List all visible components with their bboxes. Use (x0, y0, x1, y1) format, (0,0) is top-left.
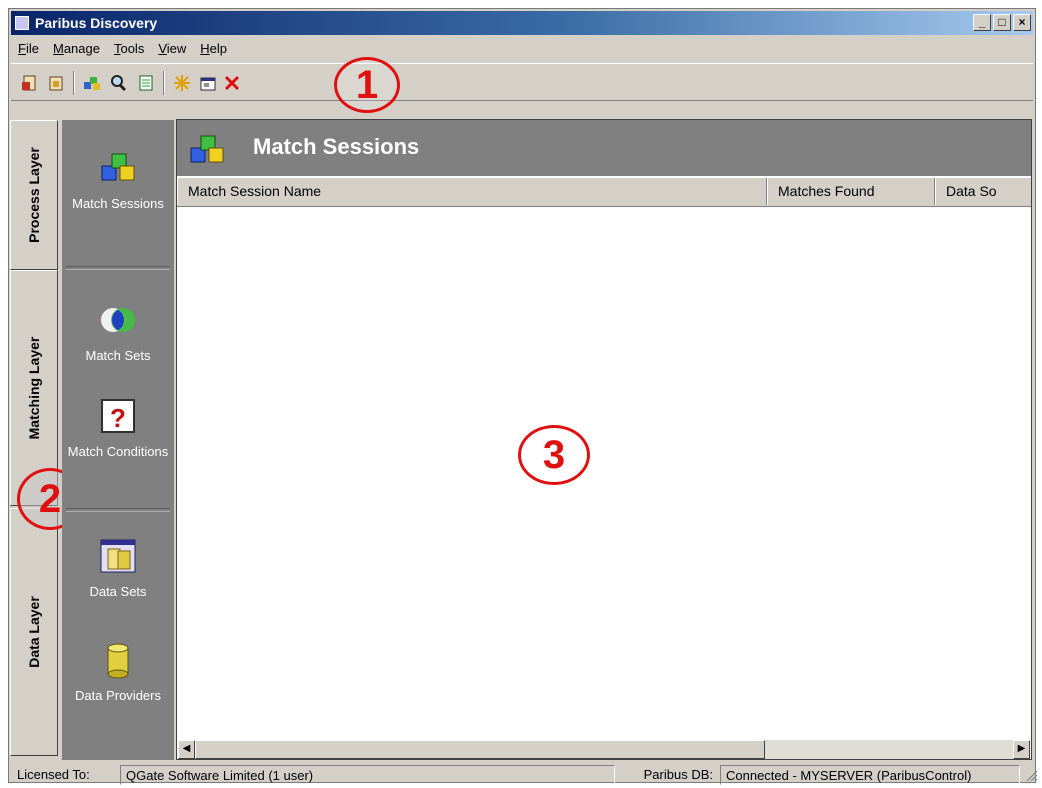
scroll-right-icon[interactable]: ▶ (1013, 740, 1030, 759)
match-icon[interactable] (81, 72, 103, 94)
venn-icon (101, 308, 135, 332)
tab-data-layer[interactable]: Data Layer (10, 508, 58, 756)
callout-1: 1 (334, 57, 400, 113)
menu-bar: File Manage Tools View Help (11, 39, 234, 61)
cubes-icon (101, 153, 135, 181)
menu-manage[interactable]: Manage (46, 39, 107, 61)
scroll-thumb[interactable] (195, 740, 765, 759)
db-label: Paribus DB: (643, 767, 713, 782)
shortcut-match-sessions[interactable]: Match Sessions (62, 148, 174, 212)
close-icon[interactable]: × (1013, 14, 1031, 31)
import-icon[interactable] (45, 72, 67, 94)
datasets-icon (100, 539, 136, 573)
shortcut-data-providers[interactable]: Data Providers (62, 640, 174, 704)
svg-text:?: ? (110, 403, 126, 433)
menu-help[interactable]: Help (193, 39, 234, 61)
tab-process-layer[interactable]: Process Layer (10, 120, 58, 270)
delete-icon[interactable] (221, 72, 243, 94)
new-icon[interactable] (171, 72, 193, 94)
window-title: Paribus Discovery (35, 15, 158, 31)
shortcut-data-providers-label: Data Providers (75, 688, 161, 703)
licensed-value: QGate Software Limited (1 user) (120, 765, 615, 785)
shortcut-match-conditions-label: Match Conditions (67, 444, 169, 459)
open-icon[interactable] (19, 72, 41, 94)
menu-view[interactable]: View (151, 39, 193, 61)
toolbar (11, 63, 1033, 101)
menu-file[interactable]: File (11, 39, 46, 61)
status-bar: Licensed To: QGate Software Limited (1 u… (0, 760, 1042, 788)
tab-process-layer-label: Process Layer (26, 147, 42, 243)
app-icon (15, 16, 29, 30)
db-value: Connected - MYSERVER (ParibusControl) (720, 765, 1020, 785)
shortcut-data-sets-label: Data Sets (89, 584, 147, 599)
cubes-icon (190, 135, 224, 163)
tab-data-layer-label: Data Layer (26, 596, 42, 668)
shortcut-bar: Match Sessions Match Sets ? Match Condit… (62, 120, 174, 760)
shortcut-match-sets-label: Match Sets (85, 348, 151, 363)
column-data-source[interactable]: Data So (935, 178, 1031, 205)
maximize-icon[interactable]: □ (993, 14, 1011, 31)
search-icon[interactable] (107, 72, 129, 94)
resize-grip-icon[interactable] (1024, 768, 1038, 782)
menu-tools[interactable]: Tools (107, 39, 151, 61)
column-match-session-name[interactable]: Match Session Name (177, 178, 767, 205)
tab-matching-layer-label: Matching Layer (26, 336, 42, 440)
minimize-icon[interactable]: _ (973, 14, 991, 31)
session-list[interactable] (177, 208, 1031, 739)
horizontal-scrollbar[interactable]: ◀ ▶ (178, 740, 1030, 759)
panel-title: Match Sessions (253, 134, 420, 159)
title-bar: Paribus Discovery _ □ × (11, 11, 1033, 35)
properties-icon[interactable] (197, 72, 219, 94)
scroll-left-icon[interactable]: ◀ (178, 740, 195, 759)
database-icon (107, 643, 129, 679)
shortcut-match-conditions[interactable]: ? Match Conditions (62, 396, 174, 460)
column-header: Match Session Name Matches Found Data So (177, 178, 1031, 207)
question-icon: ? (101, 399, 135, 433)
licensed-label: Licensed To: (17, 767, 90, 782)
shortcut-match-sets[interactable]: Match Sets (62, 300, 174, 364)
column-matches-found[interactable]: Matches Found (767, 178, 935, 205)
callout-3: 3 (518, 425, 590, 485)
shortcut-data-sets[interactable]: Data Sets (62, 536, 174, 600)
layer-tabs: Process Layer Matching Layer Data Layer (10, 120, 62, 770)
main-panel: Match Sessions Match Session Name Matche… (176, 119, 1032, 760)
shortcut-match-sessions-label: Match Sessions (72, 196, 164, 211)
panel-header: Match Sessions (177, 120, 1031, 176)
report-icon[interactable] (135, 72, 157, 94)
